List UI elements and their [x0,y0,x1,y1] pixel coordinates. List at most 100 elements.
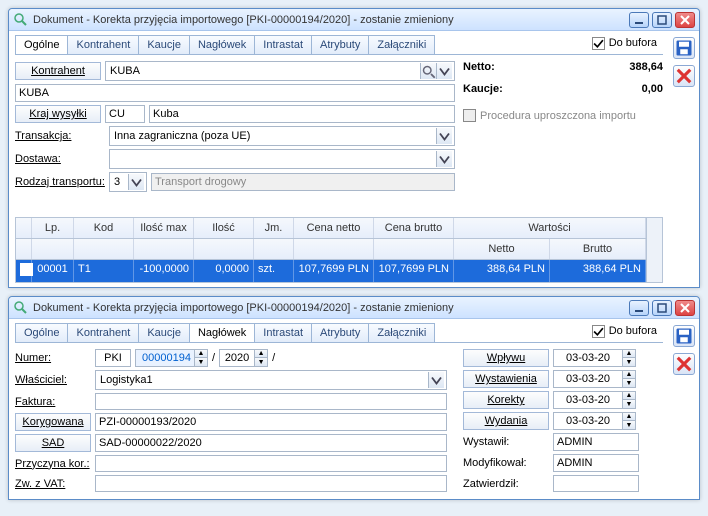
tab-intrastat[interactable]: Intrastat [254,323,312,342]
close-button[interactable] [675,300,695,316]
bufora-checkbox[interactable] [592,325,605,338]
bufora-checkbox[interactable] [592,37,605,50]
spin-down-icon[interactable]: ▼ [623,400,635,408]
col-cenanetto[interactable]: Cena netto [294,218,374,238]
korygowana-input[interactable]: PZI-00000193/2020 [95,413,447,431]
chevron-down-icon[interactable] [436,151,452,167]
close-button[interactable] [675,12,695,28]
tab-atrybuty[interactable]: Atrybuty [311,35,369,54]
wydania-date[interactable]: 03-03-20 [553,412,623,430]
numer-num[interactable]: 00000194 [135,349,195,367]
col-netto[interactable]: Netto [454,239,550,259]
zatwierdzil-value [553,475,639,492]
spin-down-icon[interactable]: ▼ [623,421,635,429]
wydania-button[interactable]: Wydania [463,412,549,430]
col-jm[interactable]: Jm. [254,218,294,238]
korekty-button[interactable]: Korekty [463,391,549,409]
chevron-down-icon[interactable] [428,372,444,388]
tab-kontrahent[interactable]: Kontrahent [67,35,139,54]
kontrahent-code-input[interactable]: KUBA [108,64,420,78]
kaucje-value: 0,00 [642,83,663,95]
kraj-code-input[interactable]: CU [105,105,145,123]
col-wartosci[interactable]: Wartości [454,218,646,238]
sad-button[interactable]: SAD [15,434,91,452]
tab-intrastat[interactable]: Intrastat [254,35,312,54]
col-iloscmax[interactable]: Ilość max [134,218,194,238]
procedura-checkbox[interactable] [463,109,476,122]
transakcja-select[interactable]: Inna zagraniczna (poza UE) [112,129,436,143]
window-document-general: Dokument - Korekta przyjęcia importowego… [8,8,700,288]
przyczyna-input[interactable] [95,455,447,472]
zwvat-label: Zw. z VAT: [15,478,91,490]
numer-year[interactable]: 2020 [219,349,255,367]
korygowana-button[interactable]: Korygowana [15,413,91,431]
col-brutto[interactable]: Brutto [550,239,646,259]
minimize-button[interactable] [629,12,649,28]
bufora-label: Do bufora [609,37,657,49]
tab-kontrahent[interactable]: Kontrahent [67,323,139,342]
titlebar: Dokument - Korekta przyjęcia importowego… [9,9,699,31]
tab-zalaczniki[interactable]: Załączniki [368,323,435,342]
numer-prefix[interactable]: PKI [95,349,131,367]
rodzaj-desc: Transport drogowy [151,173,455,191]
procedura-label: Procedura uproszczona importu [480,110,636,122]
doc-icon [13,12,29,28]
chevron-down-icon[interactable] [436,63,452,79]
window-document-header: Dokument - Korekta przyjęcia importowego… [8,296,700,500]
save-button[interactable] [673,37,695,59]
col-cenabrutto[interactable]: Cena brutto [374,218,454,238]
kraj-button[interactable]: Kraj wysyłki [15,105,101,123]
tab-ogolne[interactable]: Ogólne [15,35,68,54]
kontrahent-button[interactable]: Kontrahent [15,62,101,80]
wplywu-date[interactable]: 03-03-20 [553,349,623,367]
spin-up-icon[interactable]: ▲ [195,350,207,358]
wplywu-button[interactable]: Wpływu [463,349,549,367]
tab-naglowek[interactable]: Nagłówek [189,323,255,342]
tab-naglowek[interactable]: Nagłówek [189,35,255,54]
kontrahent-name-input[interactable]: KUBA [15,84,455,102]
korekty-date[interactable]: 03-03-20 [553,391,623,409]
table-row[interactable]: 00001 T1 -100,0000 0,0000 szt. 107,7699 … [16,260,646,282]
wlasciciel-select[interactable]: Logistyka1 [98,373,428,387]
spin-up-icon[interactable]: ▲ [623,392,635,400]
chevron-down-icon[interactable] [436,128,452,144]
maximize-button[interactable] [652,12,672,28]
save-button[interactable] [673,325,695,347]
search-icon[interactable] [420,63,436,79]
transakcja-label: Transakcja: [15,130,105,142]
rodzaj-select[interactable]: 3 [112,175,128,189]
netto-value: 388,64 [629,61,663,73]
tab-kaucje[interactable]: Kaucje [138,323,190,342]
tab-zalaczniki[interactable]: Załączniki [368,35,435,54]
bufora-label: Do bufora [609,325,657,337]
sad-input[interactable]: SAD-00000022/2020 [95,434,447,452]
col-ilosc[interactable]: Ilość [194,218,254,238]
tab-kaucje[interactable]: Kaucje [138,35,190,54]
spin-up-icon[interactable]: ▲ [623,350,635,358]
zwvat-input[interactable] [95,475,447,492]
cancel-button[interactable] [673,65,695,87]
wystawil-label: Wystawił: [463,436,549,448]
spin-down-icon[interactable]: ▼ [195,358,207,366]
spin-down-icon[interactable]: ▼ [623,379,635,387]
window-title: Dokument - Korekta przyjęcia importowego… [33,302,626,314]
chevron-down-icon[interactable] [128,174,144,190]
spin-down-icon[interactable]: ▼ [255,358,267,366]
wystawienia-date[interactable]: 03-03-20 [553,370,623,388]
tab-ogolne[interactable]: Ogólne [15,323,68,342]
spin-up-icon[interactable]: ▲ [255,350,267,358]
faktura-input[interactable] [95,393,447,410]
dostawa-select[interactable] [112,158,436,160]
col-lp[interactable]: Lp. [32,218,74,238]
tab-atrybuty[interactable]: Atrybuty [311,323,369,342]
col-kod[interactable]: Kod [74,218,134,238]
wystawienia-button[interactable]: Wystawienia [463,370,549,388]
minimize-button[interactable] [629,300,649,316]
cancel-button[interactable] [673,353,695,375]
kraj-name-input[interactable]: Kuba [149,105,455,123]
spin-down-icon[interactable]: ▼ [623,358,635,366]
scrollbar[interactable] [646,218,662,282]
spin-up-icon[interactable]: ▲ [623,371,635,379]
maximize-button[interactable] [652,300,672,316]
spin-up-icon[interactable]: ▲ [623,413,635,421]
